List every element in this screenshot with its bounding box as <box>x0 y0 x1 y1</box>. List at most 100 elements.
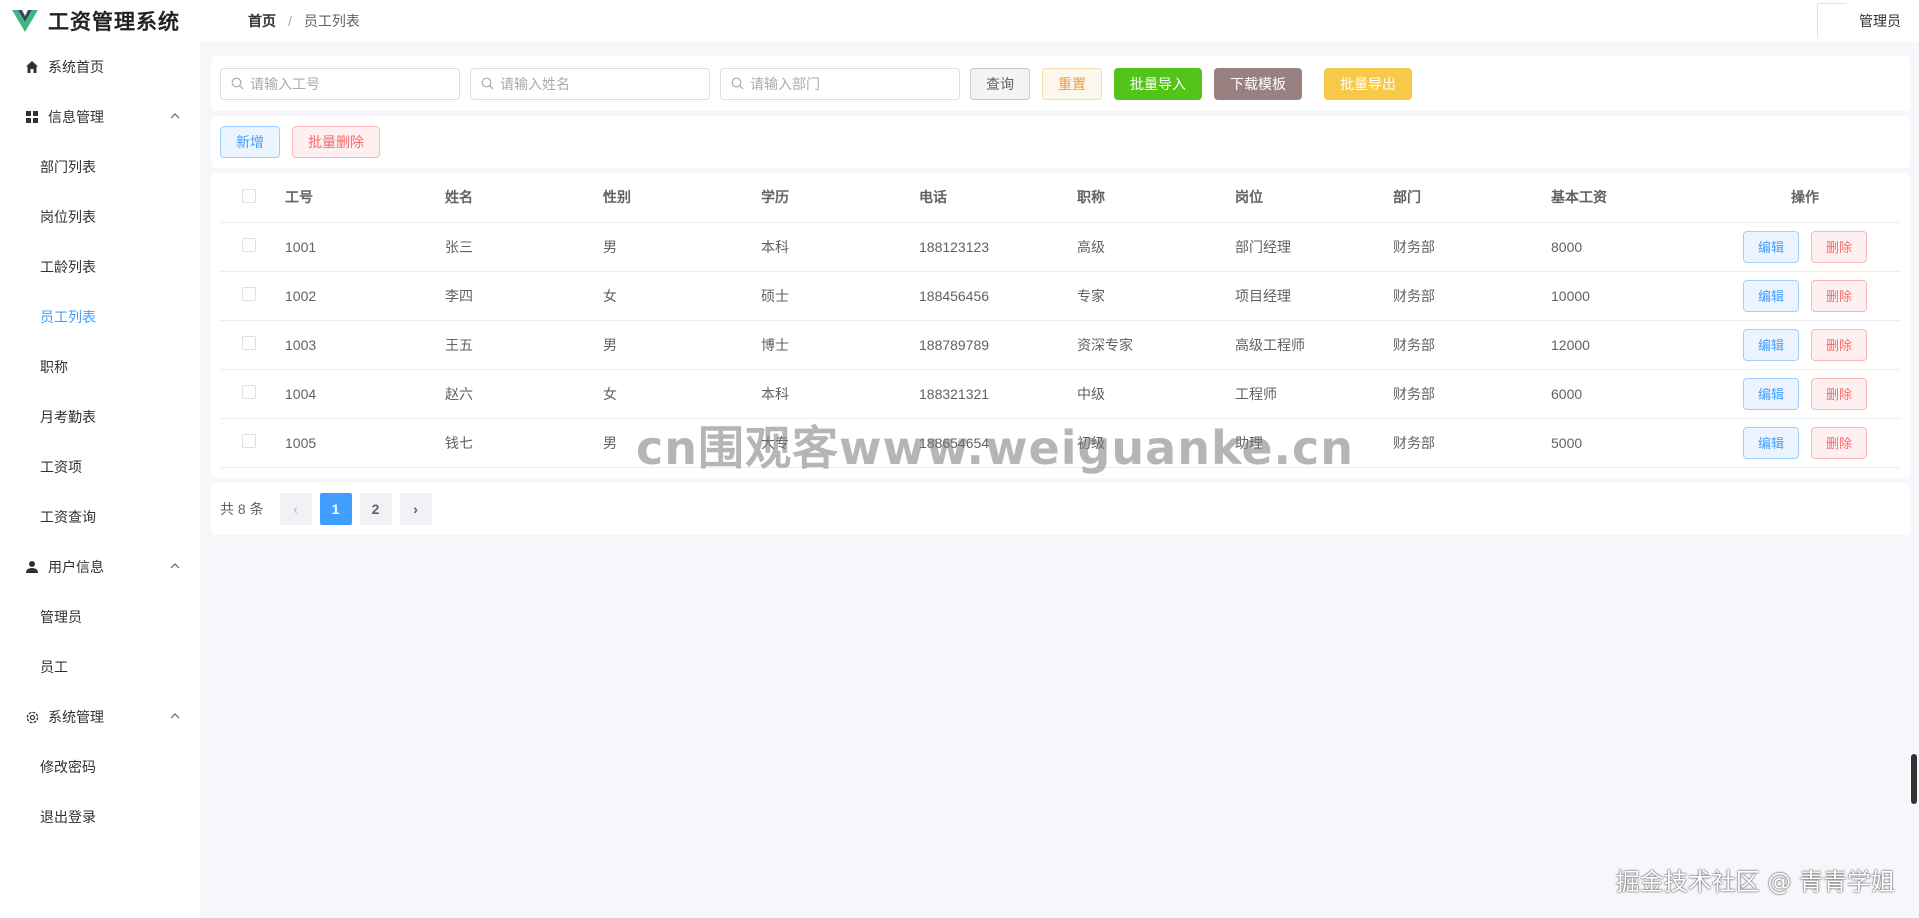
name-input[interactable] <box>500 75 700 92</box>
batch-delete-button[interactable]: 批量删除 <box>292 126 380 158</box>
column-header: 性别 <box>603 173 761 223</box>
corner-watermark: 掘金技术社区 @ 青青学姐 <box>1615 868 1895 896</box>
app-logo[interactable]: 工资管理系统 <box>0 6 200 36</box>
column-header: 职称 <box>1077 173 1235 223</box>
edit-button[interactable]: 编辑 <box>1742 230 1799 263</box>
cell-empno: 1002 <box>285 271 445 321</box>
page-button[interactable]: 1 <box>319 493 352 525</box>
empno-search-field[interactable] <box>220 67 460 100</box>
cell-empno: 1003 <box>285 320 445 370</box>
cell-phone: 188123123 <box>919 222 1077 272</box>
search-icon <box>481 77 494 90</box>
delete-button[interactable]: 删除 <box>1811 426 1868 459</box>
cell-operations: 编辑 删除 <box>1709 369 1901 419</box>
cell-operations: 编辑 删除 <box>1709 271 1901 321</box>
column-header: 工号 <box>285 173 445 223</box>
avatar[interactable] <box>1817 3 1847 39</box>
cell-title: 专家 <box>1077 271 1235 321</box>
row-checkbox[interactable] <box>242 385 256 399</box>
dept-input[interactable] <box>750 75 950 92</box>
chevron-up-icon <box>170 563 180 569</box>
edit-button[interactable]: 编辑 <box>1742 279 1799 312</box>
dept-search-field[interactable] <box>720 67 960 100</box>
search-icon <box>231 77 244 90</box>
cell-gender: 女 <box>603 271 761 321</box>
download-template-button[interactable]: 下载模板 <box>1214 67 1302 100</box>
query-button[interactable]: 查询 <box>970 67 1030 100</box>
add-button[interactable]: 新增 <box>220 126 280 158</box>
table-header-row: 工号 姓名 性别 学历 电话 职称 岗位 部门 基本工资 操作 <box>220 173 1901 223</box>
sidebar-item-user-info[interactable]: 用户信息 <box>0 542 200 592</box>
batch-export-button[interactable]: 批量导出 <box>1324 67 1412 100</box>
sidebar-item-attendance[interactable]: 月考勤表 <box>0 392 200 442</box>
sidebar-item-salary-query[interactable]: 工资查询 <box>0 492 200 542</box>
cell-salary: 8000 <box>1551 222 1709 272</box>
user-name[interactable]: 管理员 <box>1859 11 1901 31</box>
sidebar-item-info-management[interactable]: 信息管理 <box>0 92 200 142</box>
gear-icon <box>24 709 40 725</box>
cell-operations: 编辑 删除 <box>1709 320 1901 370</box>
sidebar-item-admin[interactable]: 管理员 <box>0 592 200 642</box>
delete-button[interactable]: 删除 <box>1811 328 1868 361</box>
prev-page-button[interactable]: ‹ <box>279 493 312 525</box>
cell-gender: 男 <box>603 222 761 272</box>
cell-title: 资深专家 <box>1077 320 1235 370</box>
breadcrumb-current: 员工列表 <box>303 13 360 29</box>
sidebar-item-change-password[interactable]: 修改密码 <box>0 742 200 792</box>
sidebar-item-salary-items[interactable]: 工资项 <box>0 442 200 492</box>
sidebar-item-logout[interactable]: 退出登录 <box>0 792 200 842</box>
cell-empno: 1001 <box>285 222 445 272</box>
name-search-field[interactable] <box>470 67 710 100</box>
sidebar-item-home[interactable]: 系统首页 <box>0 42 200 92</box>
batch-import-button[interactable]: 批量导入 <box>1114 67 1202 100</box>
sidebar-item-post-list[interactable]: 岗位列表 <box>0 192 200 242</box>
grid-icon <box>24 109 40 125</box>
cell-phone: 188654654 <box>919 418 1077 468</box>
delete-button[interactable]: 删除 <box>1811 279 1868 312</box>
table-row: 1002 李四 女 硕士 188456456 专家 项目经理 财务部 10000… <box>220 271 1901 321</box>
table-row: 1001 张三 男 本科 188123123 高级 部门经理 财务部 8000 … <box>220 222 1901 272</box>
user-area[interactable]: 管理员 <box>1817 3 1901 39</box>
app-title: 工资管理系统 <box>48 11 180 34</box>
next-page-button[interactable]: › <box>399 493 432 525</box>
scrollbar-handle[interactable] <box>1911 754 1917 804</box>
sidebar-item-seniority-list[interactable]: 工龄列表 <box>0 242 200 292</box>
edit-button[interactable]: 编辑 <box>1742 377 1799 410</box>
chevron-up-icon <box>170 113 180 119</box>
home-icon <box>24 59 40 75</box>
cell-title: 高级 <box>1077 222 1235 272</box>
row-checkbox[interactable] <box>242 287 256 301</box>
user-icon <box>24 559 40 575</box>
cell-education: 本科 <box>761 222 919 272</box>
cell-salary: 6000 <box>1551 369 1709 419</box>
row-checkbox[interactable] <box>242 238 256 252</box>
row-checkbox[interactable] <box>242 336 256 350</box>
cell-empno: 1004 <box>285 369 445 419</box>
column-header: 岗位 <box>1235 173 1393 223</box>
cell-empno: 1005 <box>285 418 445 468</box>
sidebar-item-staff[interactable]: 员工 <box>0 642 200 692</box>
delete-button[interactable]: 删除 <box>1811 377 1868 410</box>
page-button[interactable]: 2 <box>359 493 392 525</box>
pager-total: 共 8 条 <box>220 501 264 517</box>
column-header: 部门 <box>1393 173 1551 223</box>
employee-table-card: 工号 姓名 性别 学历 电话 职称 岗位 部门 基本工资 操作 1001 张三 … <box>211 173 1910 478</box>
cell-operations: 编辑 删除 <box>1709 222 1901 272</box>
column-header: 电话 <box>919 173 1077 223</box>
sidebar-item-title[interactable]: 职称 <box>0 342 200 392</box>
edit-button[interactable]: 编辑 <box>1742 426 1799 459</box>
sidebar-item-employee-list[interactable]: 员工列表 <box>0 292 200 342</box>
delete-button[interactable]: 删除 <box>1811 230 1868 263</box>
cell-salary: 10000 <box>1551 271 1709 321</box>
breadcrumb-home[interactable]: 首页 <box>248 11 276 31</box>
sidebar-item-dept-list[interactable]: 部门列表 <box>0 142 200 192</box>
cell-salary: 5000 <box>1551 418 1709 468</box>
empno-input[interactable] <box>250 75 450 92</box>
sidebar-item-system-management[interactable]: 系统管理 <box>0 692 200 742</box>
chevron-up-icon <box>170 713 180 719</box>
row-checkbox[interactable] <box>242 434 256 448</box>
select-all-checkbox[interactable] <box>242 188 256 203</box>
cell-name: 赵六 <box>445 369 603 419</box>
reset-button[interactable]: 重置 <box>1042 67 1102 100</box>
edit-button[interactable]: 编辑 <box>1742 328 1799 361</box>
